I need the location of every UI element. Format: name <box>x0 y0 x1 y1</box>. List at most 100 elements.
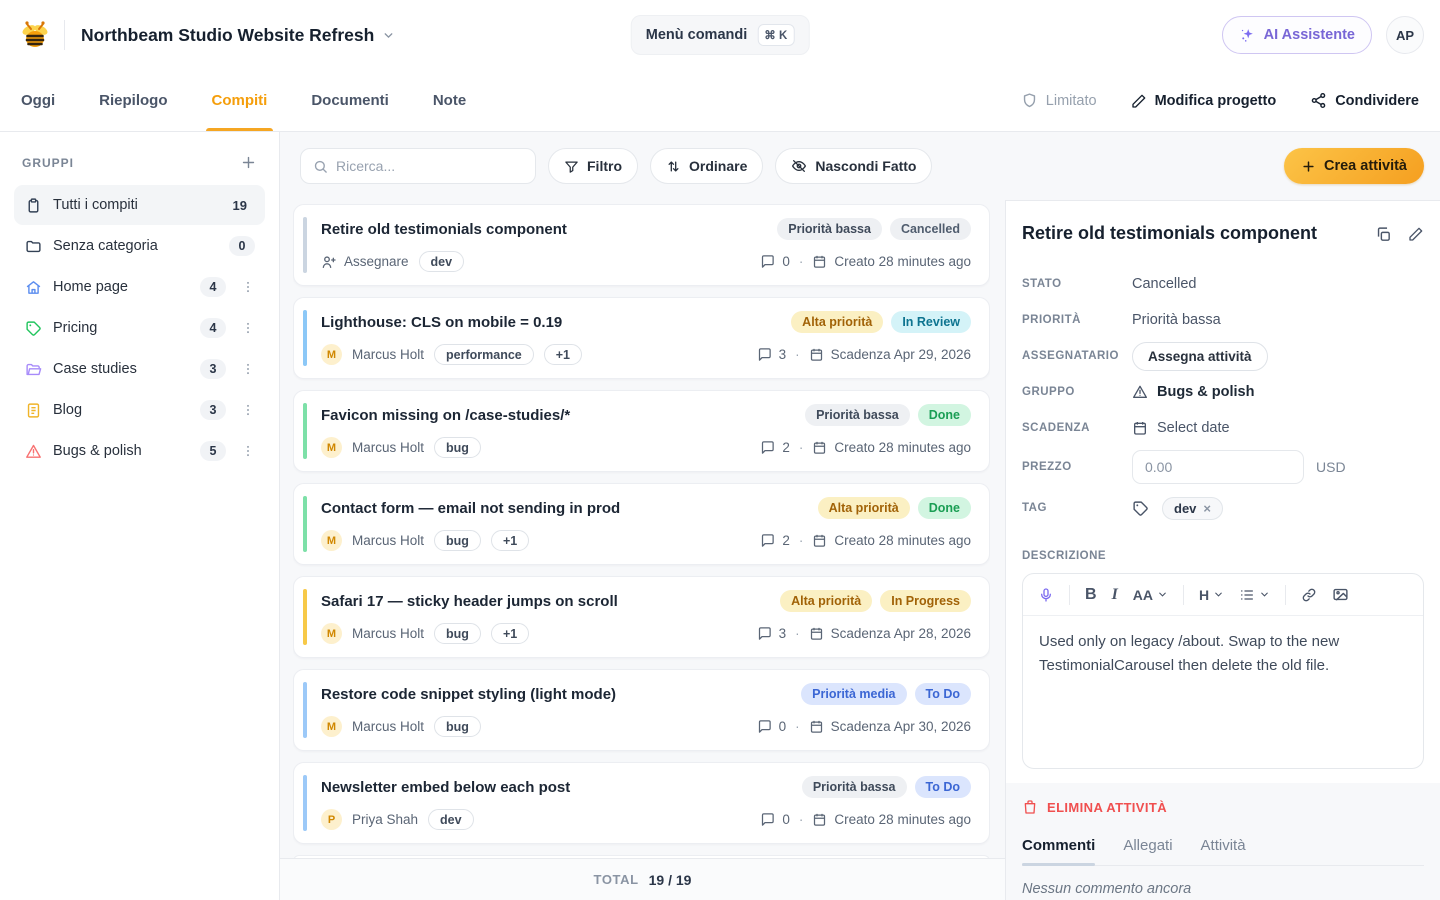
warning-triangle-icon <box>1132 384 1148 400</box>
hide-done-button[interactable]: Nascondi Fatto <box>775 148 932 184</box>
detail-title: Retire old testimonials component <box>1022 223 1317 244</box>
filter-button[interactable]: Filtro <box>548 148 638 184</box>
sidebar-item-case-studies[interactable]: Case studies 3 <box>14 349 265 389</box>
bee-logo-icon <box>16 16 54 54</box>
comment-icon <box>757 347 772 362</box>
calendar-icon <box>1132 420 1148 436</box>
italic-button[interactable]: I <box>1112 586 1118 604</box>
add-group-button[interactable] <box>240 154 257 171</box>
sparkles-icon <box>1239 27 1256 44</box>
sidebar-item-blog[interactable]: Blog 3 <box>14 390 265 430</box>
task-card[interactable]: Contact form — email not sending in prod… <box>293 483 990 565</box>
sidebar: GRUPPI Tutti i compiti 19 Senza categori… <box>0 132 280 900</box>
field-status: STATO Cancelled <box>1022 266 1424 302</box>
task-card[interactable]: Safari 17 — sticky header jumps on scrol… <box>293 576 990 658</box>
limited-label: Limitato <box>1046 93 1097 109</box>
description-text[interactable]: Used only on legacy /about. Swap to the … <box>1023 616 1423 768</box>
status-value[interactable]: Cancelled <box>1132 276 1197 292</box>
task-title: Restore code snippet styling (light mode… <box>321 686 616 703</box>
task-tag: bug <box>434 530 481 551</box>
priority-badge: Alta priorità <box>780 590 872 612</box>
group-menu-button[interactable] <box>241 280 255 294</box>
group-name: Bugs & polish <box>1157 384 1254 400</box>
task-card[interactable]: Restore code snippet styling (light mode… <box>293 669 990 751</box>
tab-compiti[interactable]: Compiti <box>212 70 268 131</box>
task-title: Lighthouse: CLS on mobile = 0.19 <box>321 314 562 331</box>
bold-button[interactable]: B <box>1085 586 1097 604</box>
task-card[interactable]: Retire old testimonials component Priori… <box>293 204 990 286</box>
tab-oggi[interactable]: Oggi <box>21 70 55 131</box>
task-title: Safari 17 — sticky header jumps on scrol… <box>321 593 618 610</box>
create-task-button[interactable]: Crea attività <box>1284 148 1424 184</box>
assign-button[interactable]: Assegnare <box>321 254 409 270</box>
group-menu-button[interactable] <box>241 403 255 417</box>
sidebar-item-home-page[interactable]: Home page 4 <box>14 267 265 307</box>
eye-off-icon <box>791 158 807 174</box>
share-label: Condividere <box>1335 93 1419 109</box>
edit-project-label: Modifica progetto <box>1155 93 1277 109</box>
microphone-icon[interactable] <box>1038 587 1054 603</box>
tab-riepilogo[interactable]: Riepilogo <box>99 70 167 131</box>
tab-note[interactable]: Note <box>433 70 466 131</box>
sidebar-item-bugs-polish[interactable]: Bugs & polish 5 <box>14 431 265 471</box>
sidebar-item-tutti-i-compiti[interactable]: Tutti i compiti 19 <box>14 185 265 225</box>
price-input[interactable] <box>1132 450 1304 484</box>
image-icon[interactable] <box>1332 586 1349 603</box>
tab-allegati[interactable]: Allegati <box>1123 837 1172 865</box>
sidebar-item-senza-categoria[interactable]: Senza categoria 0 <box>14 226 265 266</box>
due-date-picker[interactable]: Select date <box>1132 420 1230 436</box>
list-button[interactable] <box>1239 587 1270 603</box>
folder-icon <box>24 238 42 255</box>
tag-chip-removable[interactable]: dev × <box>1162 497 1223 520</box>
group-menu-button[interactable] <box>241 321 255 335</box>
share-button[interactable]: Condividere <box>1310 92 1419 109</box>
copy-icon[interactable] <box>1375 226 1392 243</box>
sidebar-item-label: Senza categoria <box>53 238 158 254</box>
search-box[interactable] <box>300 148 536 184</box>
font-size-button[interactable]: AA <box>1133 587 1168 603</box>
calendar-icon <box>809 719 824 734</box>
group-value[interactable]: Bugs & polish <box>1132 384 1254 400</box>
edit-title-icon[interactable] <box>1408 226 1424 243</box>
group-count: 5 <box>200 441 226 461</box>
assignee-name: Marcus Holt <box>352 347 424 362</box>
task-meta: Creato 28 minutes ago <box>834 440 971 455</box>
limited-access-indicator[interactable]: Limitato <box>1021 92 1097 109</box>
task-title: Newsletter embed below each post <box>321 779 570 796</box>
document-icon <box>24 402 42 419</box>
delete-task-button[interactable]: ELIMINA ATTIVITÀ <box>1022 799 1424 815</box>
comment-count: 0 <box>782 812 790 827</box>
calendar-icon <box>809 347 824 362</box>
assign-label: Assegnare <box>344 254 409 269</box>
command-menu-button[interactable]: Menù comandi ⌘ K <box>631 15 810 55</box>
comment-count: 3 <box>779 626 787 641</box>
link-icon[interactable] <box>1301 587 1317 603</box>
task-card[interactable]: Lighthouse: CLS on mobile = 0.19 Alta pr… <box>293 297 990 379</box>
sidebar-item-pricing[interactable]: Pricing 4 <box>14 308 265 348</box>
dot-separator: · <box>799 440 804 455</box>
assign-task-button[interactable]: Assegna attività <box>1132 342 1268 371</box>
calendar-icon <box>809 626 824 641</box>
comment-icon <box>757 719 772 734</box>
tab-documenti[interactable]: Documenti <box>311 70 389 131</box>
user-avatar[interactable]: AP <box>1386 16 1424 54</box>
sort-button[interactable]: Ordinare <box>650 148 763 184</box>
sort-arrows-icon <box>666 159 681 174</box>
edit-project-button[interactable]: Modifica progetto <box>1131 93 1277 109</box>
group-menu-button[interactable] <box>241 362 255 376</box>
search-input[interactable] <box>336 158 523 174</box>
calendar-icon <box>812 533 827 548</box>
field-label: SCADENZA <box>1022 422 1132 434</box>
tag-label: dev <box>1174 501 1196 516</box>
ai-assistant-button[interactable]: AI Assistente <box>1222 16 1372 54</box>
tab-commenti[interactable]: Commenti <box>1022 837 1095 865</box>
trash-icon <box>1022 799 1038 815</box>
project-title-menu[interactable]: Northbeam Studio Website Refresh <box>81 25 395 46</box>
priority-value[interactable]: Priorità bassa <box>1132 312 1221 328</box>
remove-tag-icon[interactable]: × <box>1203 501 1211 516</box>
task-card[interactable]: Newsletter embed below each post Priorit… <box>293 762 990 844</box>
group-menu-button[interactable] <box>241 444 255 458</box>
heading-button[interactable]: H <box>1199 587 1224 603</box>
task-card[interactable]: Favicon missing on /case-studies/* Prior… <box>293 390 990 472</box>
tab-attivita[interactable]: Attività <box>1201 837 1246 865</box>
